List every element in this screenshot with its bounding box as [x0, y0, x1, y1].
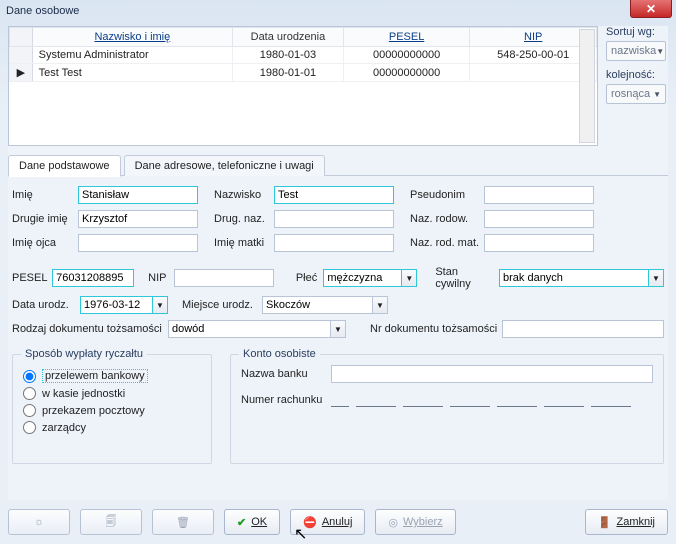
label-miejsce-urodz: Miejsce urodz. — [182, 299, 258, 311]
input-naz-rodow[interactable] — [484, 210, 594, 228]
bottom-toolbar: ☼ 🗐 🗑 ✔ OK ⛔ Anuluj ◎ Wybierz 🚪 Zamknij — [8, 506, 668, 538]
label-bank: Nazwa banku — [241, 368, 327, 380]
content-area: Nazwisko i imię Data urodzenia PESEL NIP… — [8, 26, 668, 500]
grid-scrollbar[interactable] — [579, 29, 595, 143]
label-nr-dok: Nr dokumentu tożsamości — [370, 323, 498, 335]
radio-poczta[interactable]: przekazem pocztowy — [23, 404, 201, 417]
new-button[interactable]: ☼ — [8, 509, 70, 535]
label-pseudonim: Pseudonim — [410, 189, 480, 201]
label-pesel: PESEL — [12, 272, 48, 284]
label-drugie-imie: Drugie imię — [12, 213, 74, 225]
label-plec: Płeć — [296, 272, 320, 284]
input-imie-ojca[interactable] — [78, 234, 198, 252]
select-button[interactable]: ◎ Wybierz — [375, 509, 455, 535]
chevron-down-icon: ▼ — [653, 90, 661, 99]
combo-rodzaj-dok[interactable]: ▼ — [168, 320, 348, 338]
radio-zarzadcy[interactable]: zarządcy — [23, 421, 201, 434]
grid-marker-col — [10, 28, 33, 47]
label-stan: Stan cywilny — [435, 266, 495, 290]
label-naz-rod-mat: Naz. rod. mat. — [410, 237, 480, 249]
delete-button[interactable]: 🗑 — [152, 509, 214, 535]
chevron-down-icon[interactable]: ▼ — [401, 269, 417, 287]
order-select[interactable]: rosnąca ▼ — [606, 84, 666, 104]
tabs: Dane podstawowe Dane adresowe, telefonic… — [8, 154, 668, 176]
tab-basic[interactable]: Dane podstawowe — [8, 155, 121, 177]
door-icon: 🚪 — [598, 516, 612, 529]
chevron-down-icon[interactable]: ▼ — [648, 269, 664, 287]
label-data-urodz: Data urodz. — [12, 299, 76, 311]
sort-by-label: Sortuj wg: — [606, 26, 668, 38]
label-rodzaj-dok: Rodzaj dokumentu tożsamości — [12, 323, 164, 335]
person-grid[interactable]: Nazwisko i imię Data urodzenia PESEL NIP… — [8, 26, 598, 146]
tab-address[interactable]: Dane adresowe, telefoniczne i uwagi — [124, 155, 325, 176]
legend-ryczalt: Sposób wypłaty ryczałtu — [21, 348, 147, 360]
label-imie-matki: Imię matki — [214, 237, 270, 249]
input-drugie-imie[interactable] — [78, 210, 198, 228]
col-nip[interactable]: NIP — [470, 28, 597, 47]
close-icon[interactable]: ✕ — [630, 0, 672, 18]
combo-data-urodz[interactable]: ▼ — [80, 296, 168, 314]
copy-icon: 🗐 — [106, 513, 117, 532]
personal-data-window: Dane osobowe ✕ Nazwisko i imię Data urod… — [0, 0, 676, 544]
chevron-down-icon[interactable]: ▼ — [330, 320, 346, 338]
input-bank[interactable] — [331, 365, 653, 383]
order-label: kolejność: — [606, 69, 668, 81]
label-naz-rodow: Naz. rodow. — [410, 213, 480, 225]
input-naz-rod-mat[interactable] — [484, 234, 594, 252]
input-imie[interactable] — [78, 186, 198, 204]
target-icon: ◎ — [388, 516, 398, 529]
copy-button[interactable]: 🗐 — [80, 509, 142, 535]
col-name[interactable]: Nazwisko i imię — [32, 28, 232, 47]
ok-button[interactable]: ✔ OK — [224, 509, 280, 535]
form-area: Imię Nazwisko Pseudonim Drugie imię Drug… — [8, 178, 668, 500]
label-drug-naz: Drug. naz. — [214, 213, 270, 225]
label-imie: Imię — [12, 189, 74, 201]
combo-miejsce-urodz[interactable]: ▼ — [262, 296, 388, 314]
no-entry-icon: ⛔ — [303, 516, 317, 529]
fieldset-ryczalt: Sposób wypłaty ryczałtu przelewem bankow… — [12, 354, 212, 464]
label-imie-ojca: Imię ojca — [12, 237, 74, 249]
radio-przelew[interactable]: przelewem bankowy — [23, 369, 201, 383]
input-drug-naz[interactable] — [274, 210, 394, 228]
sort-by-select[interactable]: nazwiska ▼ — [606, 41, 666, 61]
close-button[interactable]: 🚪 Zamknij — [585, 509, 668, 535]
trash-icon: 🗑 — [176, 516, 190, 529]
window-title: Dane osobowe — [6, 5, 79, 17]
table-row[interactable]: Systemu Administrator 1980-01-03 0000000… — [10, 47, 597, 64]
label-nip: NIP — [148, 272, 170, 284]
combo-stan[interactable]: ▼ — [499, 269, 664, 287]
cancel-button[interactable]: ⛔ Anuluj — [290, 509, 365, 535]
sort-panel: Sortuj wg: nazwiska ▼ kolejność: rosnąca… — [606, 26, 668, 112]
input-pesel[interactable] — [52, 269, 134, 287]
sun-icon: ☼ — [34, 516, 44, 528]
combo-plec[interactable]: ▼ — [323, 269, 417, 287]
table-row[interactable]: ▶ Test Test 1980-01-01 00000000000 — [10, 64, 597, 82]
input-nip[interactable] — [174, 269, 274, 287]
col-pesel[interactable]: PESEL — [343, 28, 470, 47]
radio-kasa[interactable]: w kasie jednostki — [23, 387, 201, 400]
chevron-down-icon[interactable]: ▼ — [152, 296, 168, 314]
chevron-down-icon: ▼ — [656, 47, 664, 56]
input-nr-dok[interactable] — [502, 320, 664, 338]
input-nazwisko[interactable] — [274, 186, 394, 204]
titlebar: Dane osobowe — [0, 0, 676, 22]
label-nazwisko: Nazwisko — [214, 189, 270, 201]
check-icon: ✔ — [237, 516, 246, 529]
input-pseudonim[interactable] — [484, 186, 594, 204]
input-imie-matki[interactable] — [274, 234, 394, 252]
chevron-down-icon[interactable]: ▼ — [372, 296, 388, 314]
fieldset-konto: Konto osobiste Nazwa banku Numer rachunk… — [230, 354, 664, 464]
legend-konto: Konto osobiste — [239, 348, 320, 360]
input-nr-rachunku[interactable] — [331, 389, 635, 410]
col-dob[interactable]: Data urodzenia — [233, 28, 344, 47]
label-nr-rachunku: Numer rachunku — [241, 394, 327, 406]
